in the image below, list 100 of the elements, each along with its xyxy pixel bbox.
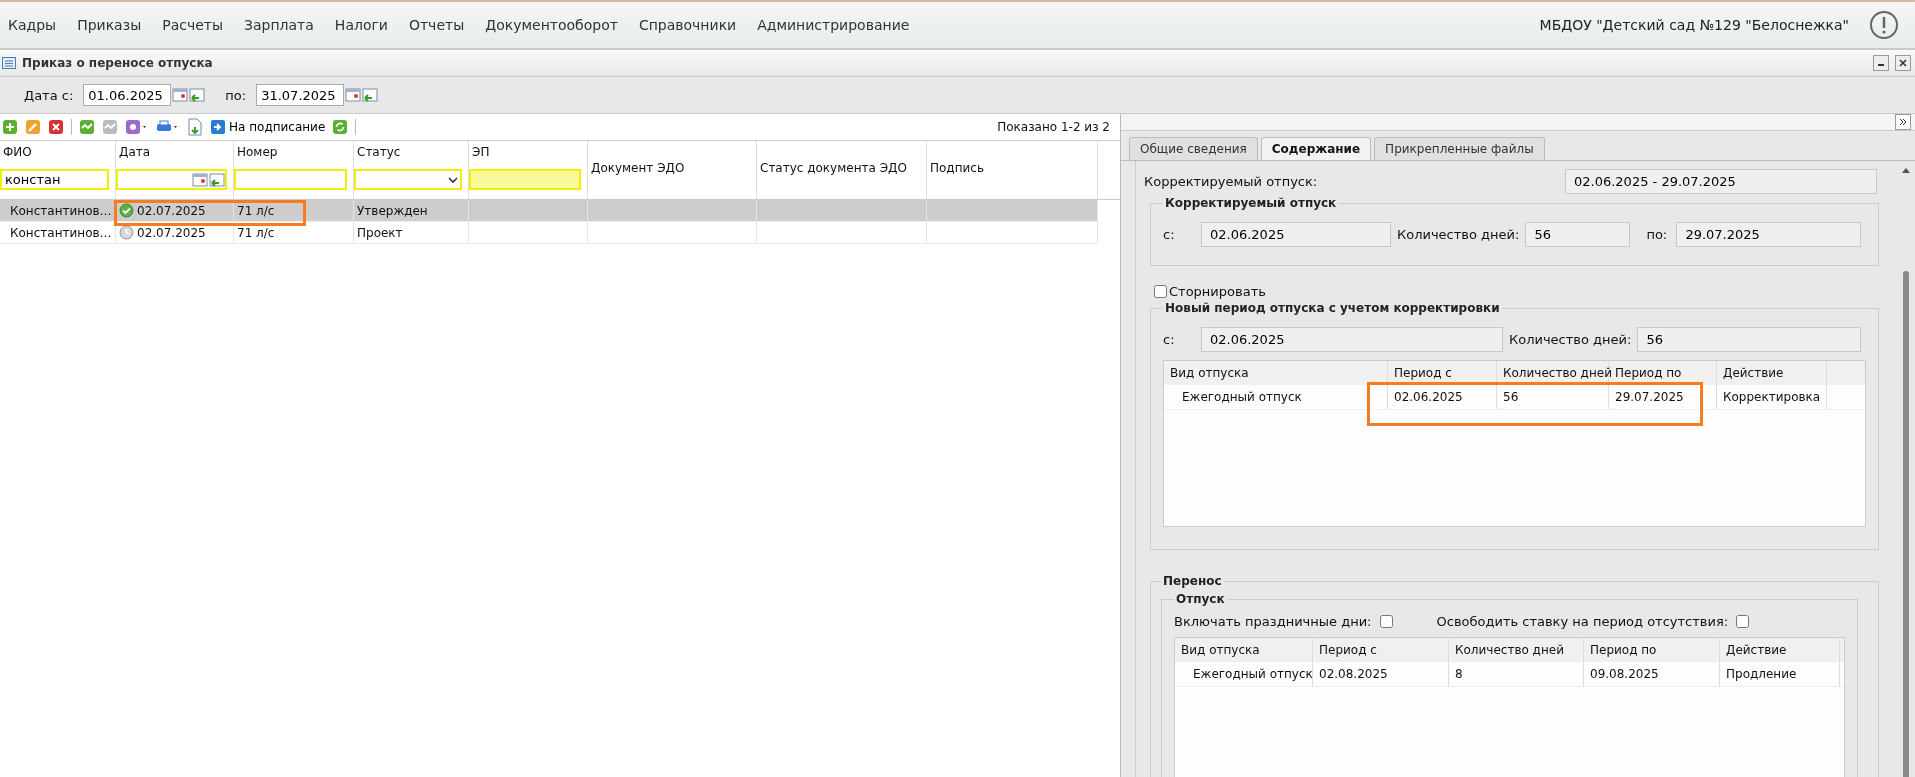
checkbox[interactable] [1154, 285, 1167, 298]
menu-item[interactable]: Налоги [332, 17, 399, 33]
window-title: Приказ о переносе отпуска [22, 56, 213, 70]
date-to-label: по: [225, 87, 247, 103]
menu-item[interactable]: Справочники [636, 17, 748, 33]
list-icon [2, 57, 16, 69]
column-header[interactable]: Действие [1720, 638, 1840, 662]
column-header[interactable]: Период с [1313, 638, 1449, 662]
column-header[interactable]: Номер [237, 145, 350, 159]
table-cell: 02.08.2025 [1313, 662, 1449, 686]
date-field[interactable]: 29.07.2025 [1676, 222, 1862, 247]
table-row[interactable]: Константинов… 02.07.2025 71 л/с Утвержден [0, 200, 1098, 222]
checkbox-label: Сторнировать [1169, 284, 1266, 299]
table-cell: 02.06.2025 [1388, 385, 1497, 409]
delete-icon[interactable] [48, 119, 64, 135]
gear-icon[interactable] [125, 119, 149, 135]
table-cell: Ежегодный отпуск [1175, 662, 1313, 686]
group-title: Новый период отпуска с учетом корректировки [1164, 301, 1501, 315]
filter-field[interactable] [234, 169, 347, 190]
days-field[interactable]: 56 [1525, 222, 1631, 247]
minimize-button[interactable] [1873, 55, 1889, 71]
table-cell: Корректировка [1717, 385, 1827, 409]
tab[interactable]: Содержание [1260, 137, 1372, 160]
send-for-signing-button[interactable]: На подписание [210, 119, 326, 135]
field-label: Корректируемый отпуск: [1144, 174, 1318, 189]
column-header[interactable]: Статус документа ЭДО [760, 161, 923, 175]
table-cell: 29.07.2025 [1609, 385, 1717, 409]
column-header[interactable]: Вид отпуска [1164, 361, 1388, 385]
column-header[interactable]: Период с [1388, 361, 1497, 385]
calendar-icon[interactable] [345, 87, 362, 103]
table-cell: 02.07.2025 [137, 225, 206, 240]
column-header[interactable]: Количество дней [1449, 638, 1584, 662]
checkbox-label: Включать праздничные дни: [1174, 614, 1372, 629]
arrow-right-icon [210, 119, 226, 135]
column-header[interactable]: Вид отпуска [1175, 638, 1313, 662]
column-header[interactable]: Действие [1717, 361, 1827, 385]
date-filter-field[interactable] [116, 169, 227, 190]
clear-date-icon[interactable] [189, 87, 206, 103]
clear-date-icon[interactable] [209, 171, 225, 188]
column-header[interactable]: ЭП [472, 145, 584, 159]
date-field[interactable]: 02.06.2025 [1201, 327, 1503, 352]
edit-icon[interactable] [25, 119, 41, 135]
menu-item[interactable]: Кадры [6, 17, 68, 33]
menu-item[interactable]: Отчеты [406, 17, 476, 33]
group-title: Отпуск [1175, 592, 1226, 606]
column-header[interactable]: Период по [1584, 638, 1720, 662]
refresh-icon[interactable] [332, 119, 349, 135]
date-field[interactable]: 02.06.2025 [1201, 222, 1391, 247]
column-header[interactable]: Документ ЭДО [591, 161, 753, 175]
calendar-icon[interactable] [192, 171, 208, 188]
menu-item[interactable]: Зарплата [242, 17, 325, 33]
close-icon [1898, 58, 1908, 68]
menu-item[interactable]: Администрирование [755, 17, 921, 33]
table-cell: 02.07.2025 [137, 203, 206, 218]
approve-icon[interactable] [79, 119, 95, 135]
document-icon[interactable] [187, 118, 203, 136]
menu-item[interactable]: Документооборот [483, 17, 629, 33]
column-header[interactable]: Статус [357, 145, 465, 159]
add-icon[interactable] [2, 119, 18, 135]
table-cell: 71 л/с [237, 225, 275, 240]
close-button[interactable] [1895, 55, 1911, 71]
signature-filter-field[interactable] [469, 169, 581, 190]
double-chevron-icon [1898, 117, 1908, 127]
column-header[interactable]: Дата [119, 145, 230, 159]
group-title: Перенос [1162, 574, 1223, 588]
group-title: Корректируемый отпуск [1164, 196, 1338, 210]
table-cell: Утвержден [357, 203, 428, 218]
table-cell: Проект [357, 225, 403, 240]
checkbox[interactable] [1736, 615, 1750, 628]
checkbox-label: Освободить ставку на период отсутствия: [1436, 614, 1729, 629]
organization-name: МБДОУ "Детский сад №129 "Белоснежка" [1539, 17, 1849, 33]
field-label: с: [1163, 332, 1176, 347]
menu-item[interactable]: Приказы [75, 17, 153, 33]
table-cell: Константинов… [10, 225, 112, 240]
unapprove-icon[interactable] [102, 119, 118, 135]
date-from-field[interactable]: 01.06.2025 [83, 84, 172, 106]
table-cell: 09.08.2025 [1584, 662, 1720, 686]
checkbox[interactable] [1379, 615, 1393, 628]
date-from-label: Дата с: [24, 87, 74, 103]
column-header[interactable]: Подпись [930, 161, 1094, 175]
record-count: Показано 1-2 из 2 [997, 120, 1110, 134]
table-cell: Продление [1720, 662, 1840, 686]
table-row[interactable]: Константинов… 02.07.2025 71 л/с Проект [0, 222, 1098, 244]
menu-item[interactable]: Расчеты [160, 17, 234, 33]
tab[interactable]: Общие сведения [1129, 137, 1258, 160]
warning-icon[interactable] [1869, 10, 1899, 40]
column-header[interactable]: Количество дней [1497, 361, 1609, 385]
calendar-icon[interactable] [172, 87, 189, 103]
tab[interactable]: Прикрепленные файлы [1374, 137, 1545, 160]
table-cell: 71 л/с [237, 203, 275, 218]
field-label: с: [1163, 227, 1176, 242]
filter-field[interactable]: констан [0, 169, 109, 190]
days-field[interactable]: 56 [1637, 327, 1862, 352]
field-label: Количество дней: [1397, 227, 1520, 242]
table-cell: Ежегодный отпуск [1164, 385, 1388, 409]
clear-date-icon[interactable] [362, 87, 379, 103]
period-field[interactable]: 02.06.2025 - 29.07.2025 [1565, 169, 1877, 194]
column-header[interactable]: ФИО [3, 145, 112, 159]
date-to-field[interactable]: 31.07.2025 [256, 84, 345, 106]
expand-button[interactable] [1895, 114, 1911, 130]
